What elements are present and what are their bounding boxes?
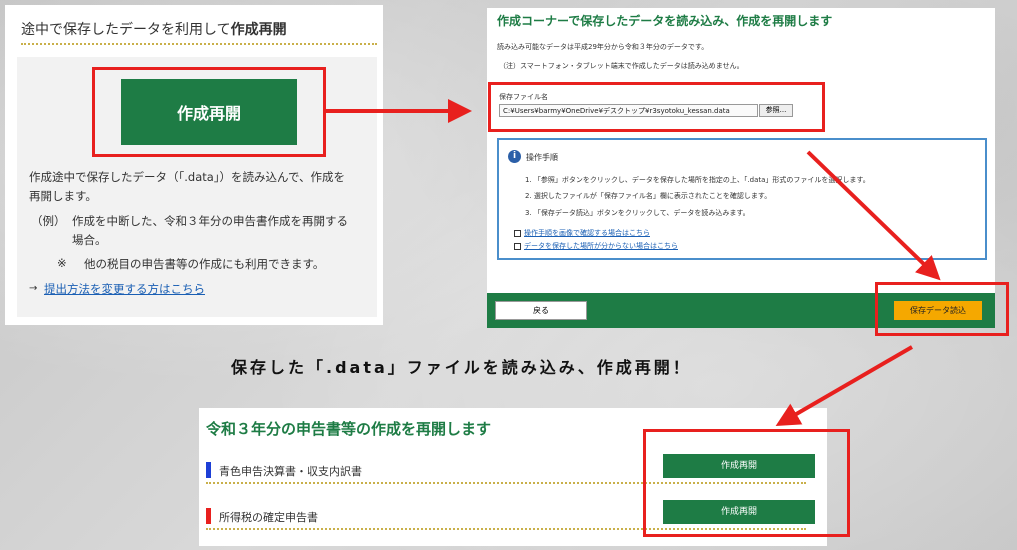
arrow-to-load-button xyxy=(806,150,941,281)
flow-arrows xyxy=(323,99,941,427)
arrow-to-resume-panel xyxy=(775,345,914,427)
